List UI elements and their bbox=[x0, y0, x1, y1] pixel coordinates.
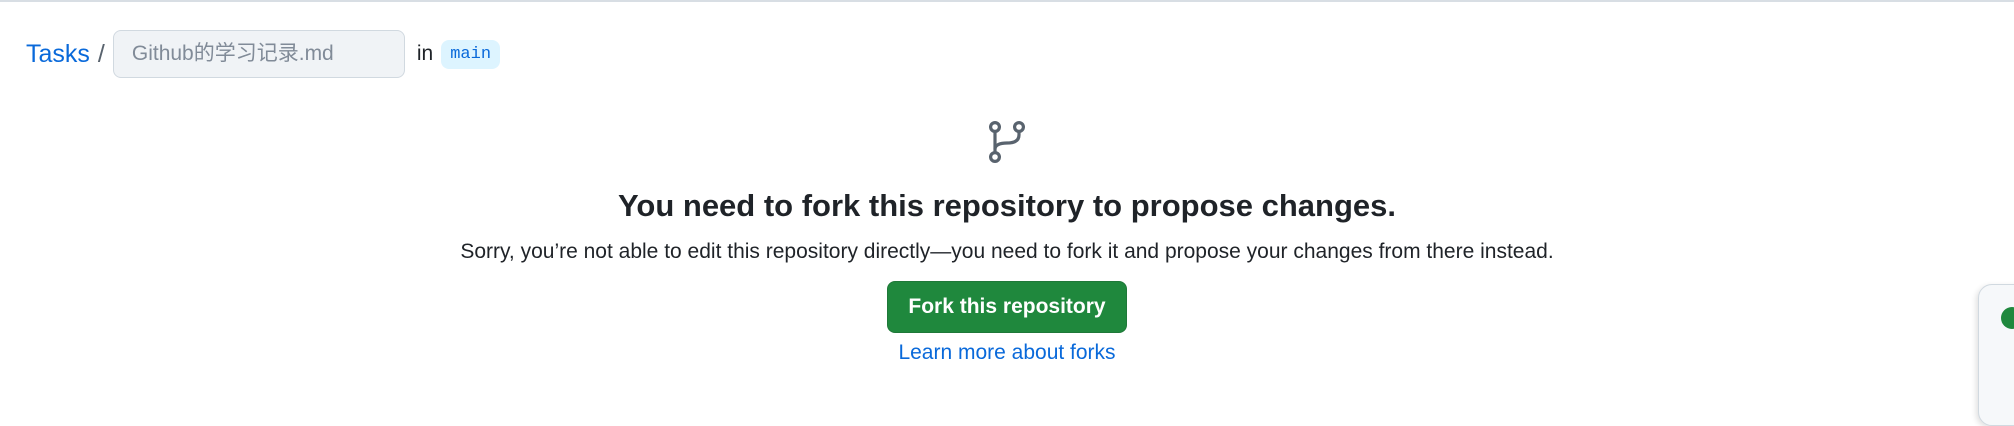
fork-required-blankslate: You need to fork this repository to prop… bbox=[0, 118, 2014, 365]
floating-widget[interactable] bbox=[1978, 284, 2014, 426]
fork-repository-button[interactable]: Fork this repository bbox=[887, 281, 1127, 333]
blankslate-description: Sorry, you’re not able to edit this repo… bbox=[460, 240, 1554, 263]
blankslate-title: You need to fork this repository to prop… bbox=[618, 188, 1396, 223]
top-divider bbox=[0, 0, 2014, 2]
git-fork-icon bbox=[988, 120, 1026, 163]
in-label: in bbox=[416, 42, 434, 65]
repo-link[interactable]: Tasks bbox=[26, 40, 90, 69]
branch-badge: main bbox=[441, 39, 501, 69]
filename-input[interactable] bbox=[112, 30, 405, 78]
status-dot-icon bbox=[2001, 307, 2014, 329]
breadcrumb: Tasks / in main bbox=[26, 29, 501, 79]
learn-more-forks-link[interactable]: Learn more about forks bbox=[898, 341, 1115, 365]
breadcrumb-separator: / bbox=[97, 39, 105, 68]
